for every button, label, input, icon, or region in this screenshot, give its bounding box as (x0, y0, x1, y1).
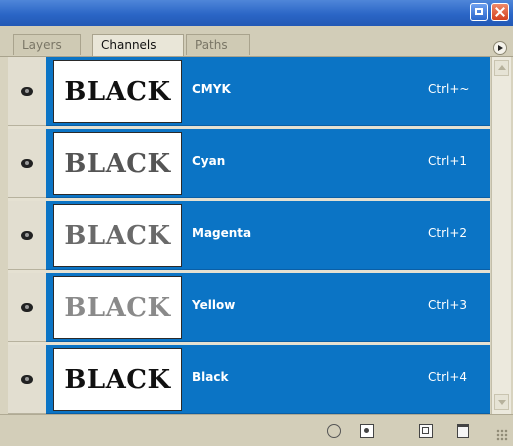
channel-row-cyan[interactable]: BLACK Cyan Ctrl+1 (8, 129, 490, 198)
visibility-toggle[interactable] (8, 345, 46, 414)
panel-footer (0, 414, 513, 446)
visibility-toggle[interactable] (8, 129, 46, 198)
eye-icon (21, 231, 33, 240)
scroll-up-icon[interactable] (494, 60, 509, 76)
channel-shortcut: Ctrl+1 (428, 154, 468, 168)
vertical-scrollbar[interactable] (491, 57, 511, 414)
channel-row-black[interactable]: BLACK Black Ctrl+4 (8, 345, 490, 414)
resize-grip-icon[interactable] (496, 429, 508, 441)
visibility-toggle[interactable] (8, 57, 46, 126)
channel-row-magenta[interactable]: BLACK Magenta Ctrl+2 (8, 201, 490, 270)
channel-name: Yellow (192, 298, 236, 312)
channel-shortcut: Ctrl+~ (428, 82, 470, 96)
channel-shortcut: Ctrl+4 (428, 370, 468, 384)
channel-row-cmyk[interactable]: BLACK CMYK Ctrl+~ (8, 57, 490, 126)
channel-thumbnail: BLACK (53, 204, 182, 267)
panel-menu-icon[interactable] (493, 41, 507, 55)
channel-thumbnail: BLACK (53, 276, 182, 339)
eye-icon (21, 87, 33, 96)
tab-channels[interactable]: Channels (92, 34, 184, 56)
new-channel-icon[interactable] (419, 424, 433, 438)
load-channel-as-selection-icon[interactable] (327, 424, 341, 438)
channels-panel: Layers Channels Paths BLACK CMYK Ctrl+~ … (0, 0, 513, 446)
channel-highlight[interactable]: BLACK CMYK Ctrl+~ (46, 57, 490, 126)
tab-bar: Layers Channels Paths (0, 26, 513, 57)
minimize-button[interactable] (470, 3, 488, 21)
visibility-toggle[interactable] (8, 273, 46, 342)
eye-icon (21, 303, 33, 312)
channel-thumbnail: BLACK (53, 60, 182, 123)
scroll-down-icon[interactable] (494, 394, 509, 410)
channel-shortcut: Ctrl+2 (428, 226, 468, 240)
channel-highlight[interactable]: BLACK Magenta Ctrl+2 (46, 201, 490, 270)
title-bar (0, 0, 513, 26)
delete-channel-icon[interactable] (457, 424, 469, 438)
channel-name: Magenta (192, 226, 252, 240)
channel-name: CMYK (192, 82, 231, 96)
channel-thumbnail: BLACK (53, 132, 182, 195)
channel-row-yellow[interactable]: BLACK Yellow Ctrl+3 (8, 273, 490, 342)
channel-shortcut: Ctrl+3 (428, 298, 468, 312)
channel-highlight[interactable]: BLACK Cyan Ctrl+1 (46, 129, 490, 198)
channel-name: Black (192, 370, 229, 384)
channel-highlight[interactable]: BLACK Black Ctrl+4 (46, 345, 490, 414)
tab-paths[interactable]: Paths (186, 34, 250, 55)
channel-list: BLACK CMYK Ctrl+~ BLACK Cyan Ctrl+1 BLAC… (8, 57, 490, 414)
channel-highlight[interactable]: BLACK Yellow Ctrl+3 (46, 273, 490, 342)
eye-icon (21, 159, 33, 168)
close-button[interactable] (491, 3, 509, 21)
save-selection-as-channel-icon[interactable] (360, 424, 374, 438)
visibility-toggle[interactable] (8, 201, 46, 270)
eye-icon (21, 375, 33, 384)
channel-thumbnail: BLACK (53, 348, 182, 411)
channel-name: Cyan (192, 154, 226, 168)
tab-layers[interactable]: Layers (13, 34, 81, 55)
